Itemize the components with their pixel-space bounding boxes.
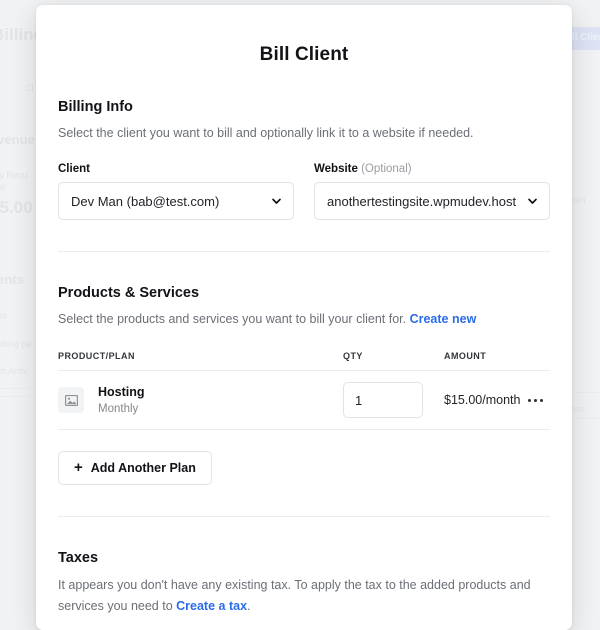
background-divider xyxy=(0,396,30,397)
website-select-value: anothertestingsite.wpmudev.host xyxy=(327,194,516,209)
products-description: Select the products and services you wan… xyxy=(58,310,550,328)
qty-input[interactable] xyxy=(343,382,423,418)
chevron-down-icon xyxy=(527,196,538,207)
background-divider xyxy=(576,392,600,393)
amount-value: $15.00/month xyxy=(444,393,520,407)
plus-icon: + xyxy=(74,460,83,475)
chevron-down-icon xyxy=(271,196,282,207)
taxes-section: Taxes It appears you don't have any exis… xyxy=(58,517,550,616)
background-revenue-heading: evenue xyxy=(0,132,35,147)
background-clients-heading: lients xyxy=(0,272,24,287)
products-table-header: PRODUCT/PLAN QTY AMOUNT xyxy=(58,351,550,371)
column-header-amount: AMOUNT xyxy=(444,351,550,361)
row-more-options-icon[interactable] xyxy=(522,389,548,411)
background-bill-client-label: ll Client xyxy=(572,32,600,43)
create-a-tax-link[interactable]: Create a tax xyxy=(176,599,247,613)
client-field-label: Client xyxy=(58,163,294,175)
billing-info-section: Billing Info Select the client you want … xyxy=(58,66,550,220)
create-new-link[interactable]: Create new xyxy=(410,312,477,326)
amount-cell: $15.00/month xyxy=(444,389,550,411)
products-table: PRODUCT/PLAN QTY AMOUNT xyxy=(58,351,550,430)
modal-title: Bill Client xyxy=(36,5,572,66)
products-heading: Products & Services xyxy=(58,285,550,301)
background-clients-tab[interactable]: Cl xyxy=(25,83,34,93)
table-row: Hosting Monthly $15.00/month xyxy=(58,371,550,430)
products-services-section: Products & Services Select the products … xyxy=(58,252,550,485)
product-name: Hosting xyxy=(98,384,145,400)
background-divider xyxy=(0,388,30,389)
background-revenue-sub-2: nue xyxy=(0,182,5,192)
client-select-value: Dev Man (bab@test.com) xyxy=(71,194,219,209)
taxes-description-end: . xyxy=(247,599,250,613)
website-select[interactable]: anothertestingsite.wpmudev.host xyxy=(314,182,550,220)
product-image-placeholder-icon xyxy=(58,387,84,413)
product-billing-cycle: Monthly xyxy=(98,401,145,417)
background-column-billing: Billing pe xyxy=(0,339,32,349)
billing-fields-row: Client Dev Man (bab@test.com) Website (O… xyxy=(58,163,550,220)
billing-info-heading: Billing Info xyxy=(58,99,550,115)
column-header-qty: QTY xyxy=(343,351,444,361)
taxes-heading: Taxes xyxy=(58,550,550,566)
add-another-plan-label: Add Another Plan xyxy=(91,461,196,475)
background-clients-sub: ents xyxy=(0,311,7,321)
billing-info-description: Select the client you want to bill and o… xyxy=(58,124,550,142)
background-column-active: with Activ xyxy=(0,366,28,376)
taxes-description: It appears you don't have any existing t… xyxy=(58,575,550,616)
add-another-plan-button[interactable]: + Add Another Plan xyxy=(58,451,212,485)
client-select[interactable]: Dev Man (bab@test.com) xyxy=(58,182,294,220)
bill-client-modal: Bill Client Billing Info Select the clie… xyxy=(36,5,572,630)
background-divider xyxy=(576,418,600,419)
website-field: Website (Optional) anothertestingsite.wp… xyxy=(314,163,550,220)
image-icon xyxy=(65,395,78,406)
qty-cell xyxy=(343,382,444,418)
product-cell: Hosting Monthly xyxy=(58,384,343,417)
website-optional-tag: (Optional) xyxy=(361,163,412,175)
website-field-label: Website (Optional) xyxy=(314,163,550,175)
background-revenue-amount: 25.00 xyxy=(0,198,33,218)
client-field: Client Dev Man (bab@test.com) xyxy=(58,163,294,220)
column-header-product: PRODUCT/PLAN xyxy=(58,351,343,361)
product-text: Hosting Monthly xyxy=(98,384,145,417)
background-revenue-sub-1: thly Recu xyxy=(0,170,28,180)
